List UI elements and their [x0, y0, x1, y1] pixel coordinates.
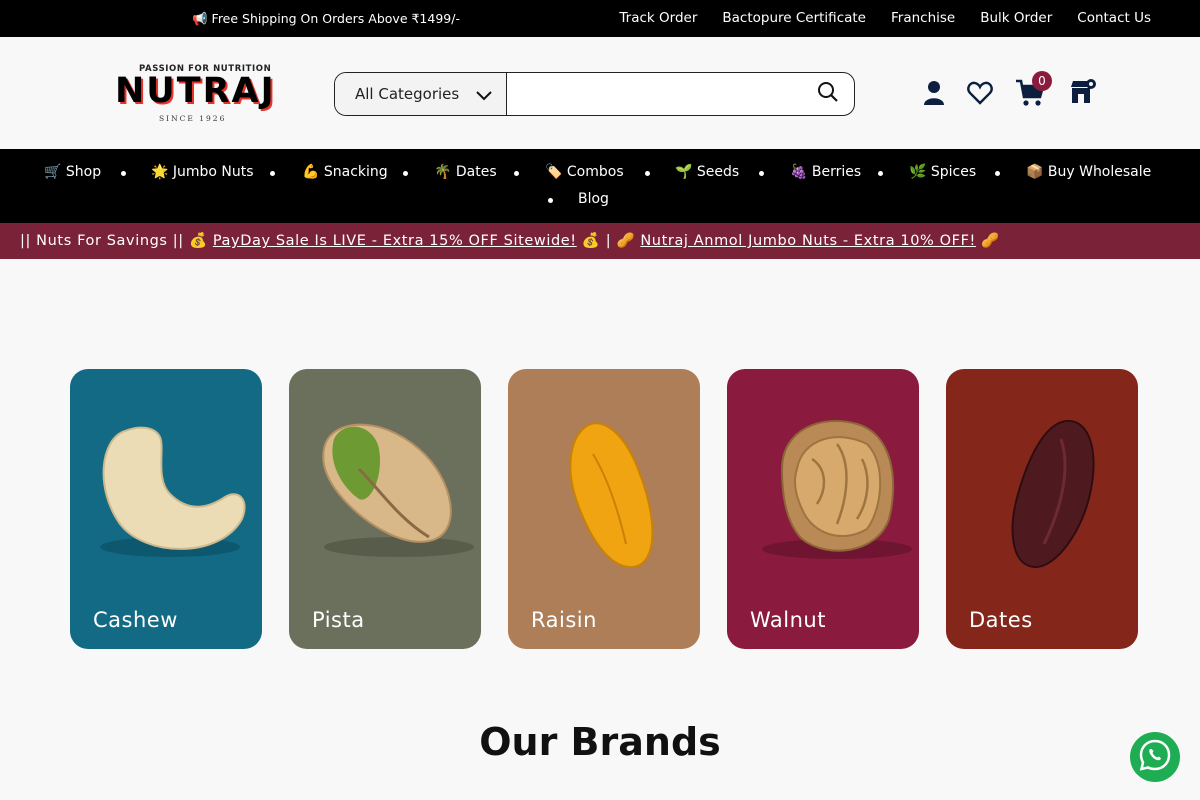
logo-since: SINCE 1926: [159, 114, 227, 123]
nav-separator: [403, 171, 408, 176]
whatsapp-icon: [1138, 738, 1172, 776]
nav-separator: [878, 171, 883, 176]
pistachio-image: [322, 423, 474, 557]
date-image: [1011, 419, 1095, 569]
main-nav: 🛒 Shop 🌟 Jumbo Nuts 💪 Snacking 🌴 Dates 🏷…: [0, 149, 1200, 223]
cart-count-badge: 0: [1032, 71, 1052, 91]
cashew-image: [100, 426, 246, 557]
whatsapp-chat-button[interactable]: [1130, 732, 1180, 782]
announcement-bar: || Nuts For Savings || 💰 PayDay Sale Is …: [0, 223, 1200, 259]
top-links: Track Order Bactopure Certificate Franch…: [619, 10, 1151, 26]
bulk-order-link[interactable]: Bulk Order: [980, 10, 1052, 26]
announcement-prefix: || Nuts For Savings || 💰: [20, 233, 213, 249]
category-label: Dates: [969, 608, 1033, 632]
our-brands-heading: Our Brands: [479, 720, 721, 764]
nav-item-seeds[interactable]: 🌱 Seeds: [675, 164, 739, 180]
category-label: Raisin: [531, 608, 597, 632]
bactopure-certificate-link[interactable]: Bactopure Certificate: [722, 10, 866, 26]
nav-item-combos[interactable]: 🏷️ Combos: [545, 164, 624, 180]
nav-item-shop[interactable]: 🛒 Shop: [44, 164, 101, 180]
franchise-link[interactable]: Franchise: [891, 10, 955, 26]
contact-us-link[interactable]: Contact Us: [1077, 10, 1151, 26]
nav-separator: [759, 171, 764, 176]
nav-separator: [995, 171, 1000, 176]
category-label: Pista: [312, 608, 365, 632]
store-locator-icon[interactable]: [1069, 77, 1097, 109]
user-icon[interactable]: [922, 80, 946, 110]
category-card-pista[interactable]: Pista: [289, 369, 481, 649]
category-card-walnut[interactable]: Walnut: [727, 369, 919, 649]
nav-item-buy-wholesale[interactable]: 📦 Buy Wholesale: [1026, 164, 1151, 180]
heart-icon[interactable]: [967, 81, 993, 109]
nav-item-snacking[interactable]: 💪 Snacking: [302, 164, 388, 180]
nav-item-berries[interactable]: 🍇 Berries: [790, 164, 861, 180]
logo-name: NUTRAJ: [115, 71, 276, 111]
search-button[interactable]: [802, 73, 854, 115]
nav-item-spices[interactable]: 🌿 Spices: [909, 164, 976, 180]
category-card-dates[interactable]: Dates: [946, 369, 1138, 649]
nav-separator: [645, 171, 650, 176]
jumbo-nuts-offer-link[interactable]: Nutraj Anmol Jumbo Nuts - Extra 10% OFF!: [640, 233, 976, 249]
nutraj-logo[interactable]: PASSION FOR NUTRITION NUTRAJ SINCE 1926: [115, 64, 274, 124]
nav-separator: [548, 198, 553, 203]
nav-separator: [514, 171, 519, 176]
category-select[interactable]: All Categories: [335, 73, 507, 115]
category-label: Walnut: [750, 608, 826, 632]
track-order-link[interactable]: Track Order: [619, 10, 697, 26]
search-icon: [817, 81, 839, 107]
top-bar: 📢 Free Shipping On Orders Above ₹1499/- …: [0, 0, 1200, 37]
nav-item-blog[interactable]: Blog: [578, 191, 609, 207]
nav-item-jumbo-nuts[interactable]: 🌟 Jumbo Nuts: [151, 164, 254, 180]
payday-sale-link[interactable]: PayDay Sale Is LIVE - Extra 15% OFF Site…: [213, 233, 577, 249]
search-input[interactable]: [507, 73, 802, 115]
nav-item-dates[interactable]: 🌴 Dates: [434, 164, 497, 180]
chevron-down-icon: [474, 85, 494, 109]
category-card-cashew[interactable]: Cashew: [70, 369, 262, 649]
category-label: Cashew: [93, 608, 178, 632]
category-card-raisin[interactable]: Raisin: [508, 369, 700, 649]
nav-separator: [121, 171, 126, 176]
announcement-middle: 💰 | 🥜: [576, 233, 641, 249]
category-select-label: All Categories: [355, 85, 460, 103]
raisin-image: [569, 422, 654, 569]
free-shipping-promo: 📢 Free Shipping On Orders Above ₹1499/-: [192, 11, 460, 26]
nav-separator: [270, 171, 275, 176]
walnut-image: [762, 420, 912, 559]
announcement-suffix: 🥜: [975, 233, 1000, 249]
search-bar: All Categories: [334, 72, 855, 116]
